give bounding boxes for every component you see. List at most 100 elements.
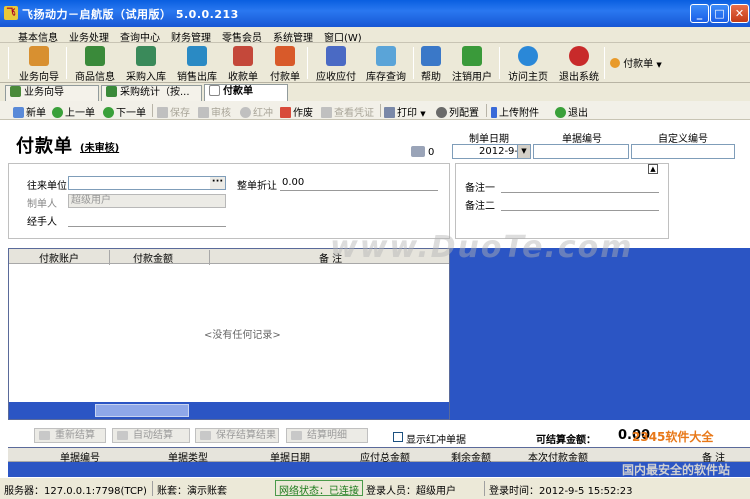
- help-button[interactable]: 帮助: [419, 46, 443, 83]
- column-header-amount[interactable]: 付款金额: [133, 250, 173, 265]
- date-picker[interactable]: 2012-9-5 ▼: [452, 144, 531, 159]
- printer-icon: [384, 107, 395, 118]
- red-reversal-button[interactable]: 红冲: [240, 104, 273, 119]
- chevron-down-icon[interactable]: ▼: [517, 145, 530, 158]
- exit-document-button[interactable]: 退出: [555, 104, 588, 119]
- detail-icon: [291, 431, 302, 440]
- gear-icon: [436, 107, 447, 118]
- menu-basic-info[interactable]: 基本信息: [18, 29, 58, 44]
- toolbar-separator: [66, 47, 67, 79]
- inventory-query-button[interactable]: 库存查询: [363, 46, 409, 83]
- page-title: 付款单: [16, 136, 73, 157]
- settlement-detail-button[interactable]: 结算明细: [286, 428, 368, 443]
- remark1-input[interactable]: [501, 192, 659, 193]
- menu-retail[interactable]: 零售会员: [222, 29, 262, 44]
- column-header-account[interactable]: 付款账户: [39, 250, 79, 265]
- document-type-dropdown[interactable]: 付款单 ▼: [610, 55, 668, 71]
- handler-input[interactable]: [68, 226, 226, 227]
- creator-label: 制单人: [27, 199, 57, 210]
- column-header-current-payment[interactable]: 本次付款金额: [528, 449, 588, 464]
- logout-user-button[interactable]: 注销用户: [452, 46, 492, 83]
- window-title: 飞扬动力－启航版（试用版） 5.0.0.213: [22, 8, 239, 21]
- title-bar: 飞 飞扬动力－启航版（试用版） 5.0.0.213 _ □ ✕: [0, 0, 750, 27]
- action-separator: [380, 104, 381, 117]
- payment-button[interactable]: 付款单: [267, 46, 303, 83]
- scrollbar-thumb[interactable]: [95, 404, 189, 417]
- previous-document-button[interactable]: 上一单: [52, 104, 95, 119]
- column-header-total-payable[interactable]: 应付总金额: [360, 449, 410, 464]
- view-voucher-button[interactable]: 查看凭证: [321, 104, 374, 119]
- document-tabs: 业务向导 采购统计（按... 付款单: [0, 83, 750, 101]
- wizard-button[interactable]: 业务向导: [15, 46, 63, 83]
- goods-info-button[interactable]: 商品信息: [72, 46, 118, 83]
- save-settlement-button[interactable]: 保存结算结果: [195, 428, 279, 443]
- purchase-in-button[interactable]: 采购入库: [123, 46, 169, 83]
- save-icon: [157, 107, 168, 118]
- save-button[interactable]: 保存: [157, 104, 190, 119]
- minimize-button[interactable]: _: [690, 4, 709, 23]
- menu-finance[interactable]: 财务管理: [171, 29, 211, 44]
- menu-window[interactable]: 窗口(W): [324, 29, 362, 44]
- document-icon: [209, 85, 220, 96]
- number-label: 单据编号: [562, 134, 602, 145]
- print-count: 0: [428, 147, 435, 158]
- status-divider: [152, 481, 153, 496]
- toolbar-separator: [604, 47, 605, 79]
- discount-input[interactable]: 0.00: [282, 177, 304, 188]
- tab-wizard[interactable]: 业务向导: [5, 85, 99, 101]
- toolbar-separator: [307, 47, 308, 79]
- custom-number-field[interactable]: [631, 144, 735, 159]
- menu-query[interactable]: 查询中心: [120, 29, 160, 44]
- audit-button[interactable]: 审核: [198, 104, 231, 119]
- date-label: 制单日期: [469, 134, 509, 145]
- receivable-payable-button[interactable]: 应收应付: [313, 46, 359, 83]
- settleable-amount-label: 可结算金额：: [536, 435, 596, 446]
- audit-icon: [198, 107, 209, 118]
- horizontal-scrollbar[interactable]: [9, 402, 449, 419]
- app-logo-icon: 飞: [4, 6, 18, 20]
- new-document-button[interactable]: 新单: [13, 104, 46, 119]
- menu-business[interactable]: 业务处理: [69, 29, 109, 44]
- void-button[interactable]: 作废: [280, 104, 313, 119]
- voucher-icon: [321, 107, 332, 118]
- remark2-input[interactable]: [501, 210, 659, 211]
- upload-attachment-button[interactable]: 上传附件: [491, 104, 539, 119]
- user-status: 登录人员：超级用户: [366, 486, 456, 497]
- action-separator: [152, 104, 153, 117]
- maximize-button[interactable]: □: [710, 4, 729, 23]
- close-button[interactable]: ✕: [730, 4, 749, 23]
- sales-out-button[interactable]: 销售出库: [174, 46, 220, 83]
- print-button[interactable]: 打印 ▼: [384, 104, 426, 119]
- column-header-doc-number[interactable]: 单据编号: [60, 449, 100, 464]
- logout-user-icon: [462, 46, 482, 66]
- paperclip-icon: [491, 107, 497, 118]
- auto-settle-button[interactable]: 自动结算: [112, 428, 190, 443]
- column-header-doc-date[interactable]: 单据日期: [270, 449, 310, 464]
- box-out-icon: [187, 46, 207, 66]
- receipt-button[interactable]: 收款单: [225, 46, 261, 83]
- creator-field: 超级用户: [68, 194, 226, 208]
- partner-input[interactable]: ···: [68, 176, 226, 190]
- brand-watermark: 2345软件大全: [632, 430, 714, 444]
- account-status: 账套：演示账套: [157, 486, 227, 497]
- tab-purchase-stats[interactable]: 采购统计（按...: [101, 85, 202, 101]
- column-header-remaining[interactable]: 剩余金额: [451, 449, 491, 464]
- show-red-reversal-checkbox[interactable]: [393, 432, 403, 442]
- recalculate-button[interactable]: 重新结算: [34, 428, 106, 443]
- column-header-doc-type[interactable]: 单据类型: [168, 449, 208, 464]
- collapse-icon[interactable]: ▲: [648, 164, 658, 174]
- ellipsis-icon[interactable]: ···: [210, 177, 225, 189]
- column-config-button[interactable]: 列配置: [436, 104, 479, 119]
- printer-icon: [411, 146, 425, 157]
- inventory-icon: [376, 46, 396, 66]
- coin-icon: [610, 58, 620, 68]
- main-toolbar: 业务向导 商品信息 采购入库 销售出库 收款单 付款单 应收应付 库存查询 帮助…: [0, 43, 750, 83]
- visit-homepage-button[interactable]: 访问主页: [506, 46, 550, 83]
- document-number-field[interactable]: [533, 144, 629, 159]
- tab-payment[interactable]: 付款单: [204, 84, 288, 101]
- status-badge: (未审核): [80, 143, 120, 154]
- arrow-right-icon: [103, 107, 114, 118]
- exit-system-button[interactable]: 退出系统: [557, 46, 601, 83]
- menu-system[interactable]: 系统管理: [273, 29, 313, 44]
- next-document-button[interactable]: 下一单: [103, 104, 146, 119]
